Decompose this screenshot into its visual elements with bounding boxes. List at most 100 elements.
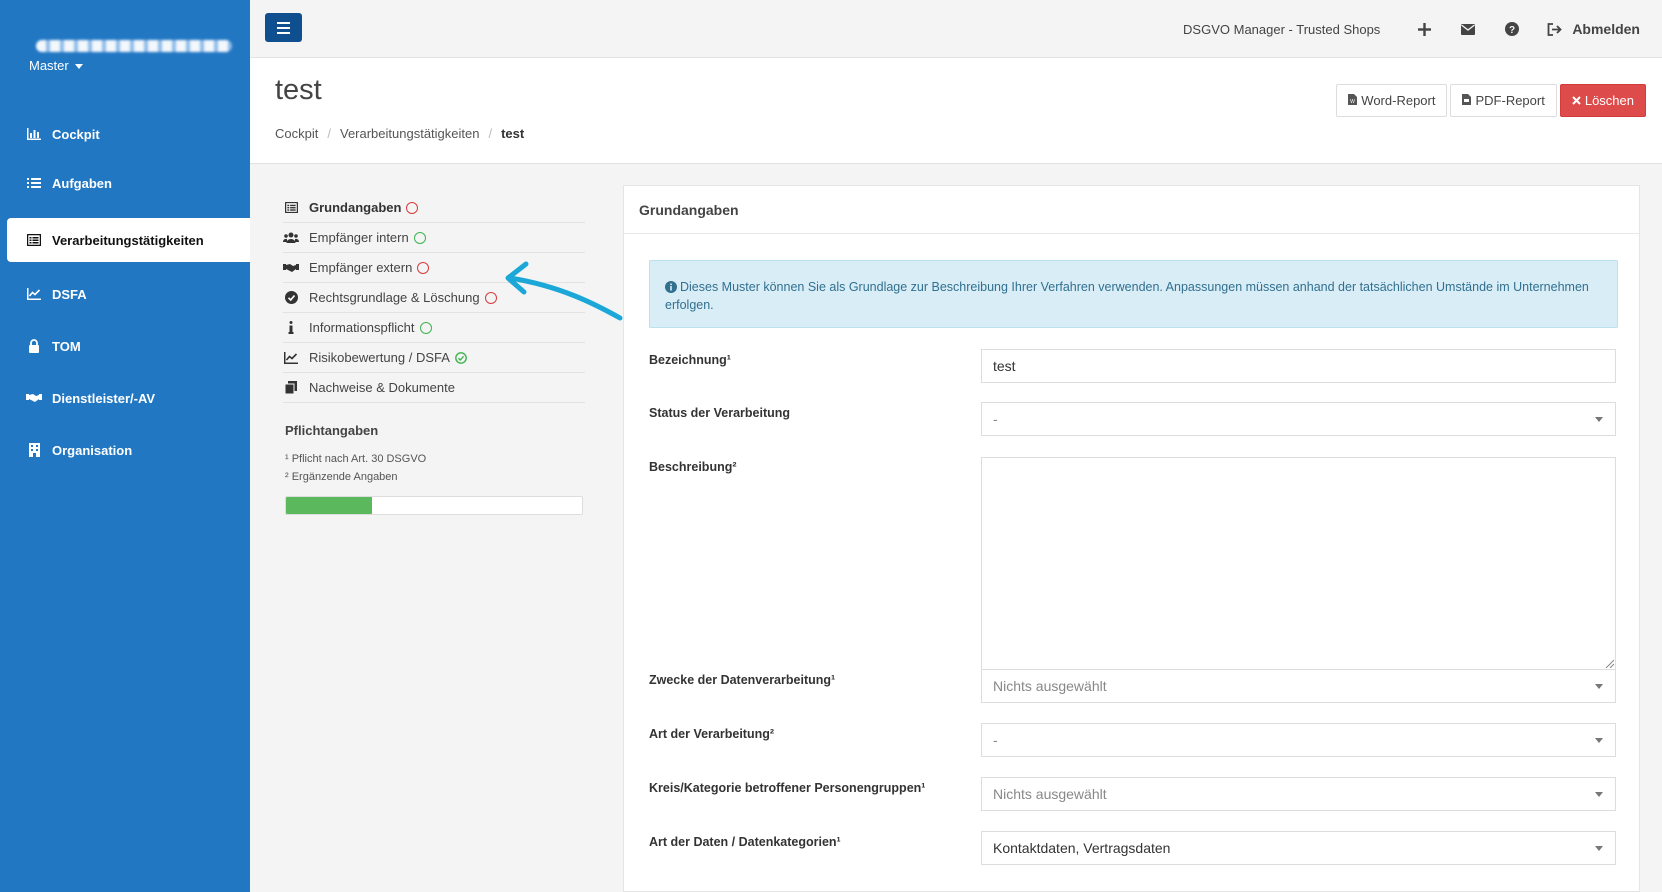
chevron-down-icon <box>1595 738 1603 743</box>
info-icon <box>283 321 299 334</box>
file-word-icon: W <box>1348 93 1358 108</box>
sidebar-item-dienstleister[interactable]: Dienstleister/-AV <box>0 376 250 420</box>
word-report-label: Word-Report <box>1361 93 1436 108</box>
info-circle-icon <box>665 280 677 293</box>
building-icon <box>26 442 42 458</box>
plus-icon[interactable] <box>1414 19 1434 39</box>
sidebar-item-organisation[interactable]: Organisation <box>0 428 250 472</box>
status-label: Status der Verarbeitung <box>649 406 791 420</box>
zwecke-select[interactable]: Nichts ausgewählt <box>981 669 1616 703</box>
kreis-label: Kreis/Kategorie betroffener Personengrup… <box>649 781 926 795</box>
pdf-report-button[interactable]: PDF-Report <box>1450 84 1557 117</box>
bezeichnung-input[interactable]: test <box>981 349 1616 383</box>
section-nav-grundangaben[interactable]: Grundangaben <box>283 193 585 223</box>
sidebar-item-cockpit[interactable]: Cockpit <box>0 112 250 156</box>
tasks-icon <box>26 175 42 191</box>
file-pdf-icon <box>1462 93 1472 108</box>
status-incomplete-icon <box>484 291 497 304</box>
user-menu-dropdown[interactable]: Master <box>29 58 83 73</box>
bezeichnung-label: Bezeichnung¹ <box>649 353 731 367</box>
list-alt-icon <box>283 202 299 213</box>
page-header: test Cockpit / Verarbeitungstätigkeiten … <box>250 58 1662 164</box>
beschreibung-textarea[interactable] <box>981 457 1616 670</box>
breadcrumb: Cockpit / Verarbeitungstätigkeiten / tes… <box>275 126 524 141</box>
datenkategorien-value: Kontaktdaten, Vertragsdaten <box>993 840 1171 856</box>
section-nav-nachweise[interactable]: Nachweise & Dokumente <box>283 373 585 403</box>
footnote-1: ¹ Pflicht nach Art. 30 DSGVO <box>285 453 427 465</box>
users-icon <box>283 232 299 243</box>
sidebar-item-label: DSFA <box>52 286 87 302</box>
logout-button[interactable]: Abmelden <box>1544 19 1640 39</box>
check-circle-icon <box>283 291 299 304</box>
sidebar-item-label: Dienstleister/-AV <box>52 390 156 406</box>
sidebar: Master Cockpit Aufgaben Verarbeitungstät… <box>0 0 250 892</box>
section-nav-label: Rechtsgrundlage & Löschung <box>309 290 480 305</box>
word-report-button[interactable]: W Word-Report <box>1336 84 1448 117</box>
user-menu-label: Master <box>29 58 69 73</box>
delete-button[interactable]: Löschen <box>1559 84 1646 117</box>
breadcrumb-separator: / <box>488 126 493 141</box>
section-nav-label: Empfänger intern <box>309 230 409 245</box>
chevron-down-icon <box>1595 792 1603 797</box>
section-nav-label: Nachweise & Dokumente <box>309 380 455 395</box>
sidebar-item-aufgaben[interactable]: Aufgaben <box>0 161 250 205</box>
zwecke-value: Nichts ausgewählt <box>993 678 1107 694</box>
sidebar-item-label: TOM <box>52 338 81 354</box>
menu-toggle-button[interactable] <box>265 13 302 42</box>
sidebar-item-label: Verarbeitungstätigkeiten <box>52 232 204 248</box>
question-circle-icon[interactable]: ? <box>1502 19 1522 39</box>
sidebar-item-dsfa[interactable]: DSFA <box>0 272 250 316</box>
handshake-icon <box>26 390 42 406</box>
datenkategorien-select[interactable]: Kontaktdaten, Vertragsdaten <box>981 831 1616 865</box>
art-verarbeitung-value: - <box>993 732 998 748</box>
breadcrumb-item-current: test <box>501 126 525 141</box>
line-chart-icon <box>26 286 42 302</box>
sidebar-item-label: Organisation <box>52 442 133 458</box>
hamburger-icon-bar <box>277 26 290 29</box>
progress-fill <box>286 497 372 514</box>
files-icon <box>283 381 299 394</box>
pdf-report-label: PDF-Report <box>1475 93 1545 108</box>
status-select[interactable]: - <box>981 402 1616 436</box>
top-navbar: DSGVO Manager - Trusted Shops ? Abmelden <box>250 0 1662 58</box>
chevron-down-icon <box>1595 684 1603 689</box>
sidebar-item-verarbeitungstaetigkeiten[interactable]: Verarbeitungstätigkeiten <box>7 218 250 262</box>
breadcrumb-item-verarbeitungstaetigkeiten[interactable]: Verarbeitungstätigkeiten <box>340 126 479 141</box>
sidebar-item-tom[interactable]: TOM <box>0 324 250 368</box>
chevron-down-icon <box>1595 846 1603 851</box>
sidebar-item-label: Aufgaben <box>52 175 112 191</box>
status-checked-icon <box>455 351 467 364</box>
section-nav-empfaenger-intern[interactable]: Empfänger intern <box>283 223 585 253</box>
lock-icon <box>26 338 42 354</box>
chevron-down-icon <box>1595 417 1603 422</box>
app-title: DSGVO Manager - Trusted Shops <box>1183 21 1381 37</box>
art-verarbeitung-select[interactable]: - <box>981 723 1616 757</box>
datenkategorien-label: Art der Daten / Datenkategorien¹ <box>649 835 841 849</box>
hamburger-icon <box>277 21 290 24</box>
art-verarbeitung-label: Art der Verarbeitung² <box>649 727 775 741</box>
handshake-icon <box>283 263 299 273</box>
logout-label: Abmelden <box>1572 21 1640 37</box>
status-incomplete-icon <box>417 261 430 274</box>
status-value: - <box>993 411 998 427</box>
completion-progress-bar <box>285 496 583 515</box>
resize-handle-icon[interactable] <box>1604 658 1614 668</box>
delete-label: Löschen <box>1584 93 1634 108</box>
envelope-icon[interactable] <box>1458 19 1478 39</box>
section-nav-label: Risikobewertung / DSFA <box>309 350 450 365</box>
sign-out-icon <box>1544 19 1564 39</box>
section-nav-risikobewertung[interactable]: Risikobewertung / DSFA <box>283 343 585 373</box>
info-text: Dieses Muster können Sie als Grundlage z… <box>665 280 1589 312</box>
section-nav-label: Grundangaben <box>309 200 402 215</box>
footnote-2: ² Ergänzende Angaben <box>285 471 398 483</box>
pflichtangaben-title: Pflichtangaben <box>285 423 379 438</box>
status-incomplete-icon <box>406 201 419 214</box>
svg-text:?: ? <box>1509 25 1515 36</box>
status-complete-icon <box>419 321 432 334</box>
breadcrumb-item-cockpit[interactable]: Cockpit <box>275 126 318 141</box>
grundangaben-panel: Grundangaben Dieses Muster können Sie al… <box>623 185 1640 892</box>
kreis-select[interactable]: Nichts ausgewählt <box>981 777 1616 811</box>
section-nav-label: Empfänger extern <box>309 260 413 275</box>
page-title: test <box>275 74 322 106</box>
area-chart-icon <box>283 351 299 364</box>
